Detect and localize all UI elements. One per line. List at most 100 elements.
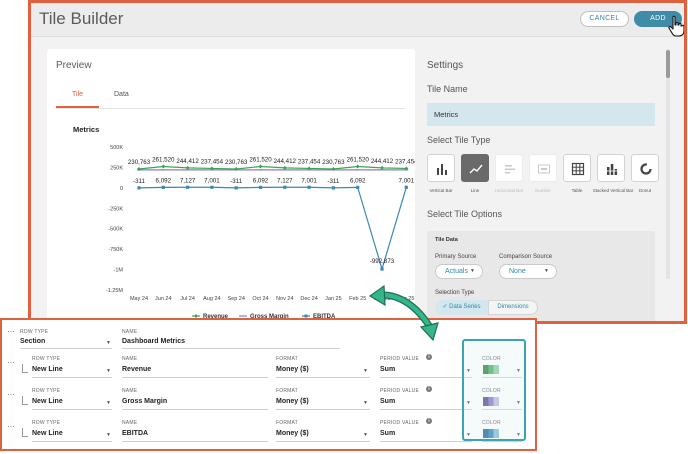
y-tick-label: 0 (120, 186, 123, 192)
name-input[interactable]: Revenue (122, 366, 151, 373)
settings-scrollbar[interactable] (666, 49, 670, 279)
row-type-underline (32, 441, 112, 442)
chevron-down-icon: ▼ (544, 268, 549, 274)
format-value[interactable]: Money ($) (276, 430, 309, 437)
horizontal-bar-icon (505, 165, 515, 174)
tile-type-donut[interactable] (631, 154, 659, 182)
drag-handle-icon[interactable]: ⋯ (7, 422, 15, 431)
drag-handle-icon[interactable]: ⋯ (7, 327, 15, 336)
preview-panel: Preview Tile Data Metrics 500K 250K 0 -250K… (47, 49, 415, 321)
tab-tile[interactable]: Tile (72, 91, 83, 98)
screenshot-stage: Tile Builder CANCEL ADD Preview Tile Dat… (0, 0, 688, 454)
row-type-value[interactable]: Section (20, 338, 45, 345)
stacked-bar-icon (607, 164, 618, 175)
metrics-line-chart: 500K 250K 0 -250K -500K -750K -1M -1.25M May 24 J… (106, 145, 415, 320)
dimensions-toggle[interactable]: Dimensions (488, 300, 538, 315)
tile-options-label: Select Tile Options (427, 209, 503, 219)
x-tick-label: Jan 25 (325, 296, 342, 302)
chevron-down-icon: ▼ (363, 432, 368, 438)
data-label: -311 (327, 178, 339, 185)
data-label: 244,412 (176, 158, 199, 165)
info-icon[interactable]: i (426, 418, 432, 424)
period-value-value[interactable]: Sum (380, 366, 395, 373)
y-tick-label: -500K (108, 227, 123, 233)
tile-type-number[interactable] (529, 154, 557, 182)
tile-type-table[interactable] (563, 154, 591, 182)
data-label: 244,412 (274, 158, 297, 165)
row-type-value[interactable]: New Line (32, 398, 63, 405)
period-value-value[interactable]: Sum (380, 398, 395, 405)
format-underline (276, 409, 370, 410)
chart-title: Metrics (73, 125, 100, 134)
tile-name-input[interactable]: Metrics (427, 103, 655, 126)
data-label: 237,454 (201, 158, 224, 165)
tile-type-line[interactable] (461, 154, 489, 182)
row-type-underline (32, 377, 112, 378)
data-label: 230,763 (128, 159, 151, 166)
tab-divider (56, 108, 405, 109)
format-label: FORMAT (276, 356, 298, 362)
period-value-value[interactable]: Sum (380, 430, 395, 437)
data-point (258, 185, 263, 189)
primary-source-select[interactable]: Actuals ▼ (435, 264, 483, 279)
tile-type-vertical-bar[interactable] (427, 154, 455, 182)
x-tick-label: Jun 24 (155, 296, 172, 302)
preview-title: Preview (56, 60, 92, 71)
line-chart-icon (469, 164, 483, 174)
settings-panel: Settings Tile Name Metrics Select Tile T… (417, 49, 662, 321)
drag-handle-icon[interactable]: ⋯ (7, 390, 15, 399)
table-icon (571, 162, 585, 176)
cancel-button[interactable]: CANCEL (580, 11, 629, 27)
y-tick-label: 500K (110, 145, 123, 151)
data-series-toggle[interactable]: ✓ Data Series (435, 300, 488, 315)
data-label: -311 (230, 178, 242, 185)
tile-type-horizontal-bar[interactable] (495, 154, 523, 182)
format-value[interactable]: Money ($) (276, 398, 309, 405)
data-point (186, 185, 190, 189)
data-label: -311 (133, 178, 145, 185)
row-editor: ⋯ ROW TYPE Section ▼ NAME Dashboard Metr… (0, 318, 537, 451)
format-label: FORMAT (276, 388, 298, 394)
chevron-down-icon: ▼ (470, 268, 475, 274)
info-icon[interactable]: i (426, 354, 432, 360)
info-icon[interactable]: i (426, 386, 432, 392)
data-label: 237,454 (298, 158, 321, 165)
name-input[interactable]: Dashboard Metrics (122, 338, 185, 345)
row-type-value[interactable]: New Line (32, 366, 63, 373)
name-underline (122, 348, 340, 349)
line-row: ⋯ ROW TYPE New Line ▼ NAME Revenue FORMAT Money… (2, 353, 535, 384)
x-tick-label: Dec 24 (300, 296, 317, 302)
data-label: 6,092 (156, 177, 172, 184)
name-label: NAME (122, 420, 138, 426)
data-label: 7,127 (277, 177, 293, 184)
data-label: 7,001 (399, 177, 415, 184)
comparison-source-select[interactable]: None ▼ (499, 264, 557, 279)
data-label: 230,763 (322, 159, 345, 166)
period-value-underline (380, 409, 472, 410)
x-tick-label: May 24 (130, 296, 148, 302)
data-label: 237,454 (395, 158, 415, 165)
data-point (234, 186, 238, 190)
period-value-label: PERIOD VALUE (380, 388, 419, 394)
tile-type-label: Select Tile Type (427, 135, 491, 145)
settings-scroll-thumb[interactable] (666, 50, 670, 78)
format-value[interactable]: Money ($) (276, 366, 309, 373)
x-tick-label: Nov 24 (276, 296, 293, 302)
y-tick-label: 250K (110, 165, 123, 171)
row-type-value[interactable]: New Line (32, 430, 63, 437)
data-point (356, 185, 360, 189)
data-point (258, 164, 263, 169)
x-tick-label: Feb 25 (349, 296, 366, 302)
name-input[interactable]: EBITDA (122, 430, 148, 437)
x-tick-label: Oct 24 (252, 296, 268, 302)
tile-type-stacked-vertical-bar[interactable] (597, 154, 625, 182)
drag-handle-icon[interactable]: ⋯ (7, 358, 15, 367)
line-row: ⋯ ROW TYPE New Line ▼ NAME EBITDA FORMAT Money … (2, 417, 535, 448)
tab-data[interactable]: Data (114, 91, 129, 98)
name-input[interactable]: Gross Margin (122, 398, 167, 405)
period-value-underline (380, 377, 472, 378)
x-tick-label: Sep 24 (227, 296, 244, 302)
name-underline (122, 409, 268, 410)
chevron-down-icon: ▼ (106, 432, 111, 438)
y-tick-label: -1M (114, 268, 124, 274)
